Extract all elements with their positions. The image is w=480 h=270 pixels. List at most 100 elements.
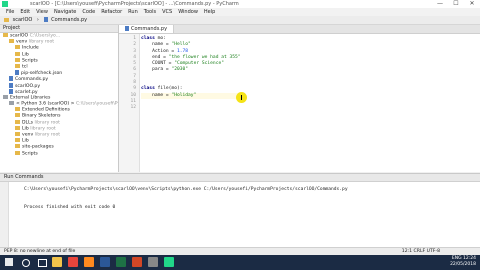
run-panel: Run Commands C:\Users\yousefi\PycharmPro… [0, 173, 480, 248]
tab-commands-py[interactable]: Commands.py [119, 25, 175, 33]
tree-item-label: site-packages [22, 144, 54, 150]
menu-file[interactable]: File [6, 8, 14, 16]
tree-item-note: library root [33, 120, 60, 126]
tree-item-label: Binary Skeletons [22, 113, 61, 119]
start-icon[interactable] [4, 257, 14, 267]
menu-edit[interactable]: Edit [20, 8, 30, 16]
menu-navigate[interactable]: Navigate [54, 8, 76, 16]
excel-icon[interactable] [116, 257, 126, 267]
settings-icon[interactable] [148, 257, 158, 267]
clock-date[interactable]: 22/05/2018 [450, 262, 476, 268]
python-file-icon [125, 26, 129, 31]
tree-item-label: Include [22, 45, 39, 51]
tree-item-label: Lib [22, 138, 29, 144]
menu-vcs[interactable]: VCS [162, 8, 172, 16]
library-icon [3, 94, 8, 99]
library-icon [9, 101, 14, 106]
run-output: C:\Users\yousefi\PycharmProjects\scarlOO… [24, 185, 348, 212]
tree-item-label: Commands.py [15, 77, 49, 83]
folder-icon [15, 138, 20, 143]
tree-item-label: Extended Definitions [22, 107, 70, 113]
tree-item-label: Scripts [22, 151, 38, 157]
breadcrumb: scarlOO › Commands.py [0, 16, 480, 25]
project-tree: scarlOO C:\Users\yo... venv library root I… [0, 33, 118, 157]
clock-time[interactable]: 12:24 [463, 256, 476, 261]
menu-run[interactable]: Run [128, 8, 138, 16]
tree-item-label: scarlOO.py [15, 83, 41, 89]
tree-item-label: scarlet.py [15, 89, 38, 95]
firefox-icon[interactable] [84, 257, 94, 267]
tree-item-label: External Libraries [10, 95, 51, 101]
menu-bar: File Edit View Navigate Code Refactor Run Tools… [0, 8, 480, 16]
tree-item-note: C:\Users\yo... [28, 33, 61, 39]
code-line[interactable] [141, 105, 241, 111]
tree-item-note: library root [33, 132, 61, 138]
tree-item-note: library root [27, 39, 55, 45]
folder-icon [15, 132, 20, 136]
project-panel: Project scarlOO C:\Users\yo... venv libra… [0, 25, 119, 172]
menu-refactor[interactable]: Refactor [101, 8, 122, 16]
python-file-icon [43, 17, 48, 22]
code-area[interactable]: class mo: name = "Hello" Action = 1.78 e… [141, 36, 241, 112]
maximize-button[interactable]: ☐ [448, 0, 464, 8]
breadcrumb-project[interactable]: scarlOO [13, 17, 33, 23]
tree-item[interactable]: Scripts [0, 150, 118, 157]
tree-item-label: venv [16, 39, 28, 45]
windows-taskbar: ENG 12:24 22/05/2018 [0, 255, 480, 270]
pycharm-logo-icon [2, 1, 8, 7]
file-icon [15, 70, 19, 76]
folder-icon [15, 125, 20, 130]
line-gutter: 1 2 3 4 5 6 7 8 9 10 11 12 [119, 34, 140, 172]
word-icon[interactable] [100, 257, 110, 267]
folder-icon [15, 63, 20, 68]
run-command-line: C:\Users\yousefi\PycharmProjects\scarlOO… [24, 187, 348, 192]
tree-item-label: scarlOO [10, 33, 29, 39]
folder-icon [15, 144, 20, 149]
tree-item-label: Lib [22, 52, 29, 58]
status-message: PEP 8: no newline at end of file [4, 249, 76, 254]
file-icon [9, 76, 13, 82]
language-indicator[interactable]: ENG [452, 256, 462, 261]
chrome-icon[interactable] [68, 257, 78, 267]
tree-item-label: Lib [22, 126, 29, 132]
folder-icon [9, 39, 14, 44]
file-icon [9, 82, 13, 88]
folder-icon [15, 119, 20, 124]
editor-tabs: Commands.py [119, 25, 480, 34]
powerpoint-icon[interactable] [132, 257, 142, 267]
folder-icon [4, 17, 9, 22]
folder-icon [15, 57, 20, 62]
close-button[interactable]: ✕ [464, 0, 480, 8]
project-panel-header: Project [0, 25, 118, 33]
menu-code[interactable]: Code [82, 8, 95, 16]
mouse-cursor-highlight [236, 92, 247, 103]
run-exit-line: Process finished with exit code 0 [24, 205, 116, 210]
tree-item-note: library root [28, 126, 56, 132]
search-icon[interactable] [20, 257, 30, 267]
folder-icon [15, 113, 20, 118]
file-icon [9, 88, 13, 94]
editor-panel: Commands.py 1 2 3 4 5 6 7 8 9 10 11 12 class mo: na… [119, 25, 480, 172]
minimize-button[interactable]: — [432, 0, 448, 8]
system-tray: ENG 12:24 22/05/2018 [450, 256, 476, 268]
run-toolbar[interactable] [0, 182, 9, 248]
folder-icon [15, 45, 20, 50]
folder-icon [3, 33, 8, 37]
folder-icon [15, 150, 20, 155]
menu-window[interactable]: Window [178, 8, 198, 16]
tree-item-label: tcl [22, 64, 28, 70]
tree-item-label: DLLs [22, 120, 34, 126]
folder-icon [15, 107, 20, 112]
tree-item-note: C:\Users\yousefi\PycharmProj... [75, 101, 118, 107]
pycharm-icon[interactable] [164, 257, 174, 267]
menu-help[interactable]: Help [204, 8, 215, 16]
menu-tools[interactable]: Tools [144, 8, 156, 16]
menu-view[interactable]: View [36, 8, 48, 16]
task-view-icon[interactable] [36, 257, 47, 267]
tree-item-label: < Python 3.6 (scarlOO) > [16, 101, 75, 107]
file-explorer-icon[interactable] [52, 257, 62, 267]
breadcrumb-file[interactable]: Commands.py [51, 17, 87, 23]
tree-item-label: Scripts [22, 58, 38, 64]
folder-icon [15, 51, 20, 56]
window-title: scarlOO - [C:\Users\yousefi\PycharmProje… [30, 1, 239, 7]
